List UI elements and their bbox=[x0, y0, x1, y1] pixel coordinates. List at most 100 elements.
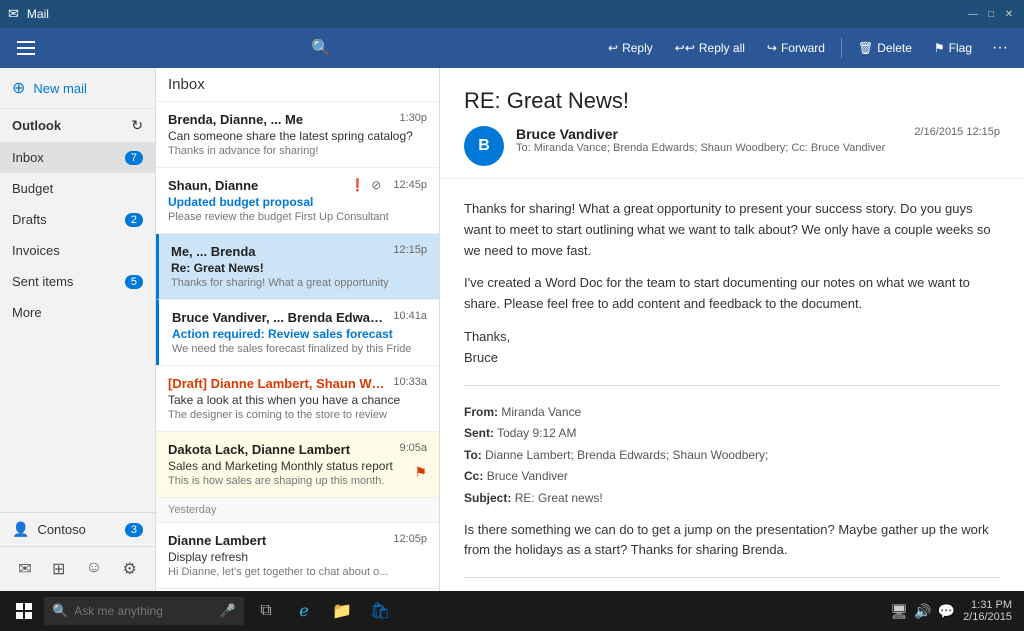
reply-all-icon: ↩↩ bbox=[675, 41, 695, 55]
taskbar-apps: ⧉ ℯ 📁 🛍 bbox=[248, 591, 398, 631]
minimize-button[interactable]: — bbox=[966, 7, 980, 21]
sender-to: To: Miranda Vance; Brenda Edwards; Shaun… bbox=[516, 142, 902, 154]
folder-icon: 📁 bbox=[332, 601, 352, 621]
thread-divider-2 bbox=[464, 577, 1000, 578]
store-icon: 🛍 bbox=[370, 601, 390, 621]
sidebar-bottom-icons: ✉ ⊞ ☺ ⚙ bbox=[0, 546, 155, 591]
mail-icon[interactable]: ✉ bbox=[14, 555, 35, 583]
search-input[interactable] bbox=[74, 604, 204, 618]
toolbar-search: 🔍 bbox=[48, 34, 594, 62]
refresh-icon[interactable]: ↻ bbox=[131, 117, 143, 134]
app-icon: ✉ bbox=[8, 6, 19, 22]
title-bar: ✉ Mail — □ ✕ bbox=[0, 0, 1024, 28]
system-tray: 🖥 🔊 💬 bbox=[890, 603, 955, 620]
from-label: From: bbox=[464, 405, 498, 419]
taskbar-clock: 1:31 PM 2/16/2015 bbox=[963, 599, 1012, 623]
body-paragraph-3: Thanks,Bruce bbox=[464, 327, 1000, 369]
sidebar: ⊕ New mail Outlook ↻ Inbox 7 Budget Draf… bbox=[0, 68, 156, 591]
delete-icon: 🗑 bbox=[858, 41, 873, 55]
account-row: Outlook ↻ bbox=[0, 109, 155, 142]
contoso-label: Contoso bbox=[37, 522, 85, 537]
body-paragraph-2: I've created a Word Doc for the team to … bbox=[464, 273, 1000, 315]
sidebar-item-inbox[interactable]: Inbox 7 bbox=[0, 142, 155, 173]
volume-icon[interactable]: 🔊 bbox=[914, 603, 931, 620]
reply-icon: ↩ bbox=[608, 41, 618, 55]
subject-label: Subject: bbox=[464, 491, 511, 505]
close-button[interactable]: ✕ bbox=[1002, 7, 1016, 21]
person-icon: 👤 bbox=[12, 521, 29, 538]
edge-button[interactable]: ℯ bbox=[286, 591, 322, 631]
sender-info: Bruce Vandiver To: Miranda Vance; Brenda… bbox=[516, 126, 902, 154]
hamburger-button[interactable] bbox=[8, 28, 44, 68]
list-item[interactable]: Dakota Lack, Dianne Lambert 9:05a Sales … bbox=[156, 432, 439, 498]
email-list: Inbox Brenda, Dianne, ... Me 1:30p Can s… bbox=[156, 68, 440, 591]
urgent-icon: ❗ bbox=[350, 178, 365, 192]
body-paragraph-1: Thanks for sharing! What a great opportu… bbox=[464, 199, 1000, 261]
windows-icon bbox=[16, 603, 32, 619]
store-button[interactable]: 🛍 bbox=[362, 591, 398, 631]
block-icon: ⊘ bbox=[371, 178, 381, 192]
toolbar-actions: ↩ Reply ↩↩ Reply all ↪ Forward 🗑 Delete … bbox=[598, 35, 1016, 61]
clock-time: 1:31 PM bbox=[963, 599, 1012, 611]
toolbar: 🔍 ↩ Reply ↩↩ Reply all ↪ Forward 🗑 Delet… bbox=[0, 28, 1024, 68]
maximize-button[interactable]: □ bbox=[984, 7, 998, 21]
start-button[interactable] bbox=[4, 591, 44, 631]
sidebar-item-sent[interactable]: Sent items 5 bbox=[0, 266, 155, 297]
emoji-icon[interactable]: ☺ bbox=[82, 555, 106, 583]
thread-1-meta: From: Miranda Vance Sent: Today 9:12 AM … bbox=[464, 402, 1000, 510]
network-icon[interactable]: 🖥 bbox=[890, 603, 908, 620]
email-subject-heading: RE: Great News! bbox=[464, 88, 1000, 114]
edge-icon: ℯ bbox=[299, 601, 308, 621]
date-separator-yesterday: Yesterday bbox=[156, 498, 439, 523]
list-item[interactable]: [Draft] Dianne Lambert, Shaun Wo... 10:3… bbox=[156, 366, 439, 432]
new-mail-button[interactable]: ⊕ New mail bbox=[0, 68, 155, 109]
cc-label: Cc: bbox=[464, 469, 483, 483]
thread-divider-1 bbox=[464, 385, 1000, 386]
taskbar: 🔍 🎤 ⧉ ℯ 📁 🛍 🖥 🔊 💬 1:31 PM 2/16/2015 bbox=[0, 591, 1024, 631]
sidebar-nav: Inbox 7 Budget Drafts 2 Invoices Sent it… bbox=[0, 142, 155, 512]
delete-button[interactable]: 🗑 Delete bbox=[848, 37, 922, 59]
forward-button[interactable]: ↪ Forward bbox=[757, 37, 835, 59]
sent-label: Sent: bbox=[464, 426, 494, 440]
to-label: To: bbox=[464, 448, 482, 462]
new-mail-label: New mail bbox=[33, 81, 86, 96]
sender-name: Bruce Vandiver bbox=[516, 126, 902, 142]
settings-icon[interactable]: ⚙ bbox=[118, 555, 140, 583]
list-item[interactable]: Dianne Lambert 12:05p Display refresh Hi… bbox=[156, 523, 439, 589]
reply-button[interactable]: ↩ Reply bbox=[598, 37, 663, 59]
clock-date: 2/16/2015 bbox=[963, 611, 1012, 623]
taskbar-right: 🖥 🔊 💬 1:31 PM 2/16/2015 bbox=[890, 599, 1020, 623]
reading-pane: RE: Great News! B Bruce Vandiver To: Mir… bbox=[440, 68, 1024, 591]
reading-header: RE: Great News! B Bruce Vandiver To: Mir… bbox=[440, 68, 1024, 179]
new-mail-icon: ⊕ bbox=[12, 78, 25, 98]
notification-icon[interactable]: 💬 bbox=[938, 603, 955, 620]
list-item[interactable]: Brenda, Dianne, ... Me 1:30p Can someone… bbox=[156, 102, 439, 168]
sidebar-item-invoices[interactable]: Invoices bbox=[0, 235, 155, 266]
email-date: 2/16/2015 12:15p bbox=[914, 126, 1000, 138]
reply-all-button[interactable]: ↩↩ Reply all bbox=[665, 37, 755, 59]
flag-button[interactable]: ⚑ Flag bbox=[924, 37, 982, 59]
app-title: Mail bbox=[27, 7, 49, 21]
avatar: B bbox=[464, 126, 504, 166]
taskview-button[interactable]: ⧉ bbox=[248, 591, 284, 631]
apps-icon[interactable]: ⊞ bbox=[48, 555, 69, 583]
account-name: Outlook bbox=[12, 118, 61, 133]
microphone-icon[interactable]: 🎤 bbox=[220, 603, 236, 619]
list-item[interactable]: Shaun, Dianne ❗ ⊘ 12:45p Updated budget … bbox=[156, 168, 439, 234]
explorer-button[interactable]: 📁 bbox=[324, 591, 360, 631]
email-list-header: Inbox bbox=[156, 68, 439, 102]
more-actions-button[interactable]: ··· bbox=[984, 35, 1016, 61]
toolbar-separator bbox=[841, 38, 842, 58]
sidebar-item-more[interactable]: More bbox=[0, 297, 155, 328]
search-bar[interactable]: 🔍 🎤 bbox=[44, 597, 244, 625]
sidebar-item-budget[interactable]: Budget bbox=[0, 173, 155, 204]
flag-icon: ⚑ bbox=[934, 41, 945, 55]
list-item[interactable]: Bruce Vandiver, ... Brenda Edwards 10:41… bbox=[156, 300, 439, 366]
list-item[interactable]: Me, ... Brenda 12:15p Re: Great News! Th… bbox=[156, 234, 439, 300]
app-body: ⊕ New mail Outlook ↻ Inbox 7 Budget Draf… bbox=[0, 68, 1024, 591]
sidebar-item-drafts[interactable]: Drafts 2 bbox=[0, 204, 155, 235]
contoso-account[interactable]: 👤 Contoso 3 bbox=[0, 512, 155, 546]
search-button[interactable]: 🔍 bbox=[299, 34, 343, 62]
flag-indicator: ⚑ bbox=[414, 464, 427, 481]
forward-icon: ↪ bbox=[767, 41, 777, 55]
